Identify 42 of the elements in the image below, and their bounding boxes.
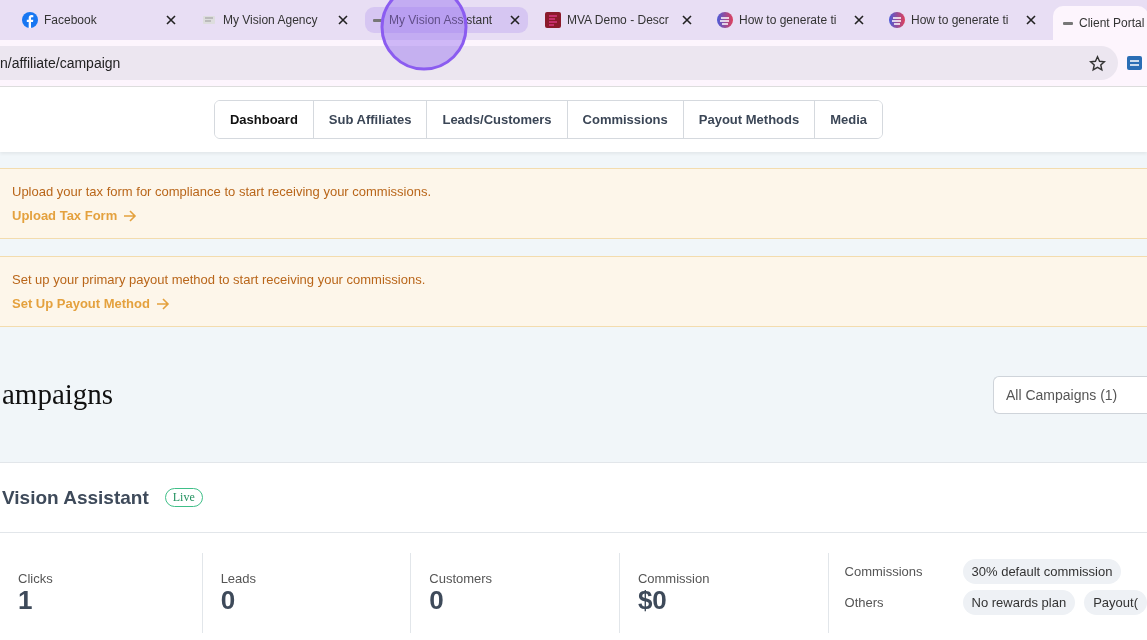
close-icon[interactable] (1026, 15, 1036, 25)
campaign-name: Vision Assistant (1, 486, 149, 509)
stat-value: 1 (18, 586, 33, 615)
page-heading: ampaigns (1, 378, 114, 411)
browser-tab[interactable]: My Vision Agency (193, 7, 356, 33)
star-icon[interactable] (1089, 54, 1106, 72)
browser-tab[interactable]: How to generate ti (709, 7, 872, 33)
facebook-icon (22, 12, 38, 28)
stat-value: $0 (637, 586, 667, 615)
arrow-icon (123, 208, 138, 223)
stripes-icon (889, 12, 905, 28)
logo-icon (373, 18, 383, 22)
close-icon[interactable] (166, 15, 176, 25)
close-icon[interactable] (854, 15, 864, 25)
stat-label: Customers (429, 571, 493, 586)
stripes-icon (717, 12, 733, 28)
campaign-dropdown[interactable]: All Campaigns (1) (993, 375, 1147, 414)
extension-icon[interactable] (1126, 55, 1142, 71)
tag: No rewards plan (962, 590, 1076, 615)
close-icon[interactable] (510, 15, 520, 25)
browser-tab[interactable]: Facebook (14, 7, 184, 33)
logo-icon (1063, 21, 1073, 25)
tag: Payout( (1084, 590, 1147, 615)
stat-value: 0 (220, 586, 236, 615)
browser-tab[interactable]: How to generate ti (881, 7, 1044, 33)
close-icon[interactable] (682, 15, 692, 25)
alert-message: Upload your tax form for compliance to start receiving your commissions. (12, 184, 433, 199)
alert-message: Set up your primary payout method to start receiving your commissions. (12, 272, 427, 287)
tag: 30% default commission (962, 559, 1122, 584)
stat-label: Leads (220, 571, 257, 586)
browser-tab[interactable]: MVA Demo - Descr (537, 7, 700, 33)
document-icon (545, 12, 561, 28)
detail-label: Others (844, 595, 885, 610)
browser-tab[interactable]: Client Portal (1053, 6, 1147, 40)
close-icon[interactable] (338, 15, 348, 25)
stat-label: Clicks (18, 571, 53, 586)
arrow-icon (155, 296, 170, 311)
nav-tab[interactable]: Media (814, 101, 883, 138)
stat-value: 0 (429, 586, 444, 615)
address-bar[interactable]: n/affiliate/campaign (0, 46, 1118, 80)
detail-label: Commissions (844, 564, 924, 579)
stat-label: Commission (637, 571, 710, 586)
